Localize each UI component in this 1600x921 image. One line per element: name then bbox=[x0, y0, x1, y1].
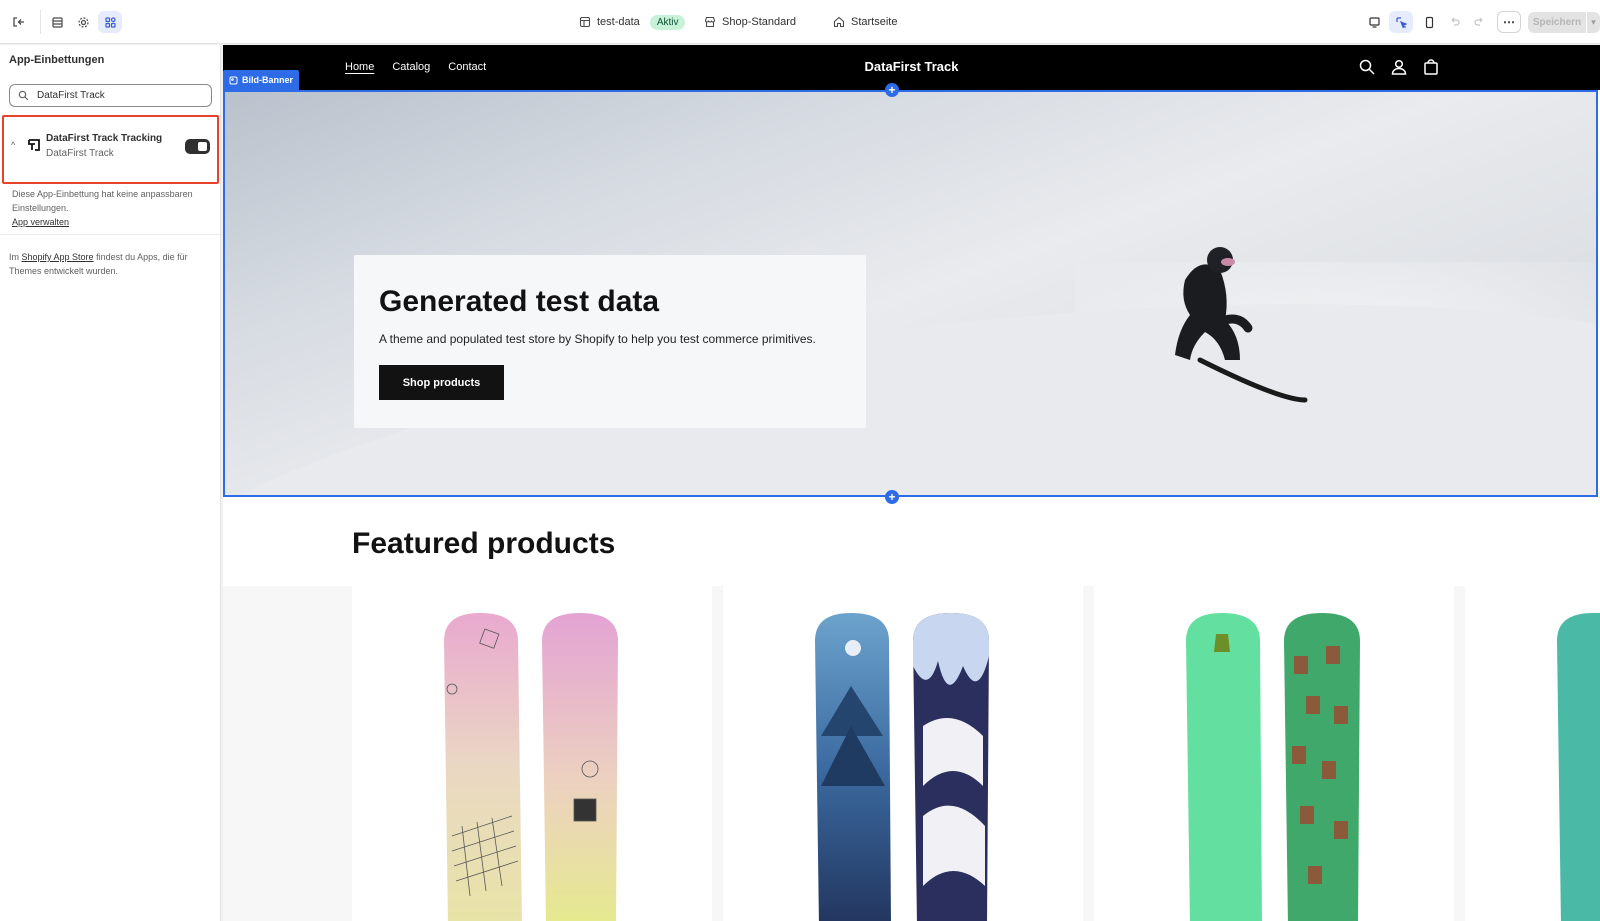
product-image bbox=[444, 613, 618, 921]
settings-icon[interactable] bbox=[71, 11, 95, 33]
save-options-chevron-icon[interactable]: ▾ bbox=[1587, 12, 1600, 33]
home-icon bbox=[833, 16, 845, 28]
hero-text: A theme and populated test store by Shop… bbox=[379, 332, 816, 346]
hero-title: Generated test data bbox=[379, 285, 660, 318]
app-embeds-sidebar: App-Einbettungen ^ DataFirst Track Track… bbox=[0, 45, 221, 921]
product-image bbox=[815, 613, 989, 921]
editor-topbar: test-data Aktiv Shop-Standard Startseite… bbox=[0, 0, 1600, 44]
app-store-note: Im Shopify App Store findest du Apps, di… bbox=[9, 250, 214, 278]
theme-selector[interactable]: test-data Aktiv bbox=[579, 0, 686, 44]
image-icon bbox=[229, 76, 238, 84]
add-section-icon[interactable]: + bbox=[885, 490, 899, 504]
snowboarder-image bbox=[1175, 247, 1308, 403]
shop-products-button[interactable]: Shop products bbox=[379, 365, 504, 400]
app-store-link[interactable]: Shopify App Store bbox=[22, 252, 94, 262]
exit-icon[interactable] bbox=[6, 11, 30, 33]
embed-app-name: DataFirst Track bbox=[46, 148, 114, 159]
footer-prefix: Im bbox=[9, 252, 19, 262]
desktop-icon[interactable] bbox=[1362, 11, 1386, 33]
product-card[interactable] bbox=[352, 586, 712, 921]
app-logo-icon bbox=[28, 139, 40, 151]
inspector-icon[interactable] bbox=[1389, 11, 1413, 33]
page-name: Startseite bbox=[851, 16, 898, 28]
divider bbox=[40, 10, 41, 34]
page-selector[interactable]: Startseite bbox=[833, 0, 897, 44]
template-selector[interactable]: Shop-Standard bbox=[704, 0, 796, 44]
hero-card: Generated test data A theme and populate… bbox=[354, 255, 866, 428]
section-tag-label: Bild-Banner bbox=[242, 75, 294, 85]
embed-toggle[interactable] bbox=[185, 139, 210, 154]
save-button[interactable]: Speichern bbox=[1528, 12, 1586, 33]
search-field[interactable] bbox=[9, 84, 212, 107]
store-icon bbox=[704, 16, 716, 28]
featured-products-title: Featured products bbox=[352, 527, 616, 560]
product-image bbox=[1557, 613, 1600, 921]
template-name: Shop-Standard bbox=[722, 16, 796, 28]
status-badge: Aktiv bbox=[649, 14, 686, 30]
app-embed-item[interactable]: ^ DataFirst Track Tracking DataFirst Tra… bbox=[2, 115, 219, 184]
product-card[interactable] bbox=[1465, 586, 1600, 921]
store-header[interactable]: Home Catalog Contact DataFirst Track Bil… bbox=[223, 45, 1600, 90]
product-image bbox=[1186, 613, 1360, 921]
embed-name: DataFirst Track Tracking bbox=[46, 133, 163, 144]
chevron-up-icon[interactable]: ^ bbox=[11, 140, 15, 150]
sections-icon[interactable] bbox=[45, 11, 69, 33]
divider bbox=[0, 234, 220, 235]
section-tag[interactable]: Bild-Banner bbox=[223, 70, 300, 90]
redo-icon[interactable] bbox=[1467, 11, 1491, 33]
theme-name: test-data bbox=[597, 16, 640, 28]
add-section-icon[interactable]: + bbox=[885, 83, 899, 97]
cart-icon[interactable] bbox=[1422, 58, 1440, 76]
manage-app-link[interactable]: App verwalten bbox=[12, 217, 69, 227]
mobile-icon[interactable] bbox=[1417, 11, 1441, 33]
sidebar-title: App-Einbettungen bbox=[9, 54, 105, 66]
embed-note: Diese App-Einbettung hat keine anpassbar… bbox=[12, 187, 212, 229]
undo-icon[interactable] bbox=[1443, 11, 1467, 33]
search-icon[interactable] bbox=[1358, 58, 1376, 76]
header-icons bbox=[1358, 58, 1440, 76]
theme-preview: Home Catalog Contact DataFirst Track Bil… bbox=[223, 45, 1600, 921]
product-card[interactable] bbox=[723, 586, 1083, 921]
more-icon[interactable]: ⋯ bbox=[1497, 11, 1521, 33]
product-card[interactable] bbox=[1094, 586, 1454, 921]
theme-icon bbox=[579, 16, 591, 28]
embed-note-text: Diese App-Einbettung hat keine anpassbar… bbox=[12, 189, 193, 213]
image-banner[interactable]: Generated test data A theme and populate… bbox=[223, 90, 1598, 497]
search-input[interactable] bbox=[37, 90, 197, 101]
account-icon[interactable] bbox=[1390, 58, 1408, 76]
search-icon bbox=[18, 90, 29, 101]
apps-icon[interactable] bbox=[98, 11, 122, 33]
